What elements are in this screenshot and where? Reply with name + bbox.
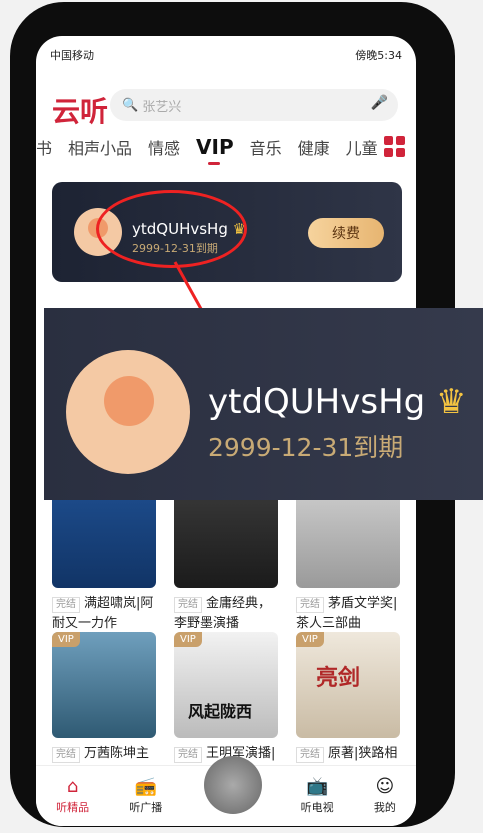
app-logo: 云听: [52, 95, 109, 128]
tab-book[interactable]: 书: [36, 135, 52, 159]
status-badge: 完结: [296, 597, 324, 613]
tab-music[interactable]: 音乐: [250, 135, 282, 159]
status-badge: 完结: [174, 597, 202, 613]
avatar: [66, 350, 190, 474]
mic-icon[interactable]: 🎤: [371, 95, 388, 111]
status-bar: 中国移动 傍晚5:34: [50, 46, 402, 64]
status-badge: 完结: [52, 747, 80, 763]
carrier-label: 中国移动: [50, 49, 94, 62]
cover-title: 风起陇西: [188, 702, 253, 721]
vip-badge: VIP: [296, 632, 324, 647]
book-cover[interactable]: VIP 风起陇西: [174, 632, 278, 738]
nav-radio[interactable]: 📻 听广播: [129, 775, 163, 815]
annotation-circle: [96, 190, 247, 268]
username-text: ytdQUHvsHg: [208, 382, 426, 422]
book-title: 完结 金庸经典，李野墨演播: [174, 594, 278, 634]
username: ytdQUHvsHg ♛: [208, 382, 467, 422]
status-badge: 完结: [174, 747, 202, 763]
book-card-6[interactable]: VIP 亮剑 完结原著|狭路相逢勇者胜: [296, 632, 400, 784]
nav-home[interactable]: ⌂ 听精品: [56, 775, 90, 815]
category-grid-icon[interactable]: [384, 136, 406, 158]
search-input[interactable]: 🔍 张艺兴 🎤: [110, 89, 398, 121]
home-icon: ⌂: [66, 775, 79, 797]
book-cover[interactable]: VIP: [52, 632, 156, 738]
nav-tv[interactable]: 📺 听电视: [300, 775, 334, 815]
time-label: 傍晚5:34: [355, 49, 402, 62]
nav-profile[interactable]: ☺ 我的: [373, 775, 396, 815]
book-card-3[interactable]: 完结 茅盾文学奖| 茶人三部曲: [296, 482, 400, 634]
tab-kids[interactable]: 儿童: [346, 135, 378, 159]
player-disc[interactable]: [204, 756, 262, 814]
book-title: 完结 茅盾文学奖| 茶人三部曲: [296, 594, 400, 634]
tab-emotion[interactable]: 情感: [148, 135, 180, 159]
vip-badge: VIP: [174, 632, 202, 647]
profile-icon: ☺: [375, 775, 395, 797]
cover-title: 亮剑: [316, 666, 361, 691]
crown-icon: ♛: [436, 382, 467, 422]
tab-vip[interactable]: VIP: [196, 135, 234, 165]
radio-icon: 📻: [134, 775, 157, 797]
zoomed-vip-card: ytdQUHvsHg ♛ 2999-12-31到期: [44, 308, 483, 500]
expiry-date: 2999-12-31到期: [208, 433, 404, 462]
search-icon: 🔍: [122, 97, 143, 113]
book-cover[interactable]: VIP 亮剑: [296, 632, 400, 738]
search-placeholder: 张艺兴: [142, 99, 182, 115]
renew-button[interactable]: 续费: [308, 218, 384, 248]
category-tabs: 书 相声小品 情感 VIP 音乐 健康 儿童: [36, 132, 416, 165]
book-card-2[interactable]: 完结 金庸经典，李野墨演播: [174, 482, 278, 634]
tab-comedy[interactable]: 相声小品: [68, 135, 132, 159]
status-badge: 完结: [52, 597, 80, 613]
nav-label: 听电视: [300, 800, 334, 814]
status-badge: 完结: [296, 747, 324, 763]
book-card-1[interactable]: 完结 满超啸岚|阿耐又一力作: [52, 482, 156, 634]
vip-badge: VIP: [52, 632, 80, 647]
book-card-4[interactable]: VIP 完结万茜陈坤主演同名谍战大剧: [52, 632, 156, 784]
tv-icon: 📺: [305, 775, 329, 797]
book-title: 完结 满超啸岚|阿耐又一力作: [52, 594, 156, 634]
nav-label: 我的: [373, 800, 396, 814]
nav-label: 听精品: [56, 800, 90, 814]
tab-health[interactable]: 健康: [298, 135, 330, 159]
nav-label: 听广播: [129, 800, 163, 814]
